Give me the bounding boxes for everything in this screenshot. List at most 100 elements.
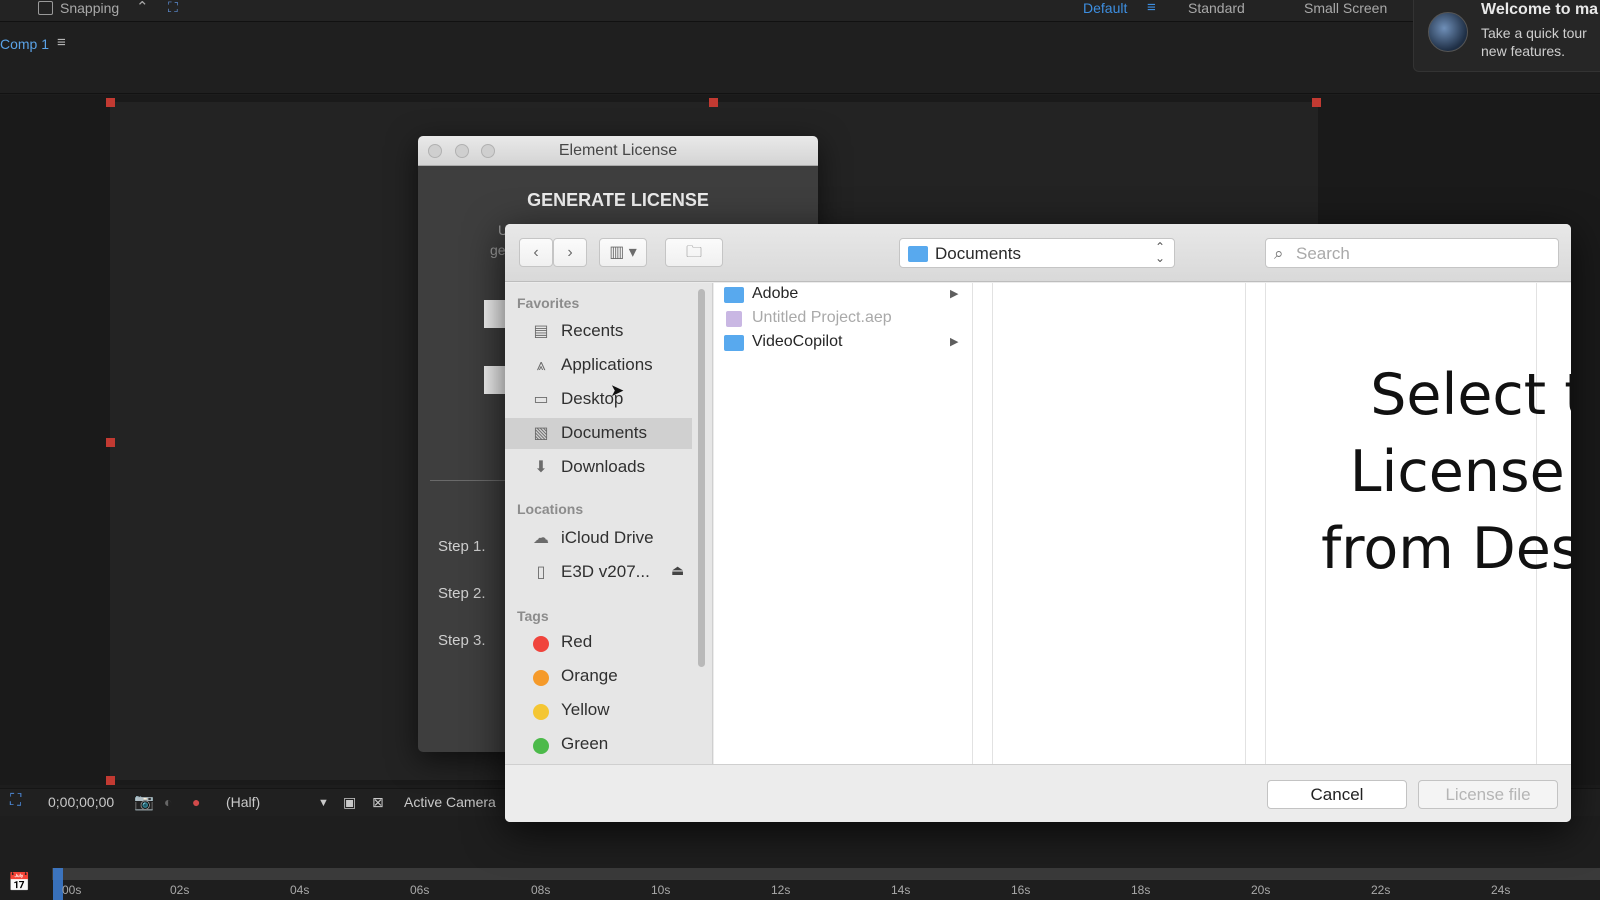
composition-panel-header: Comp 1 ≡ <box>0 22 1600 94</box>
sidebar-item-label: Red <box>561 632 593 651</box>
snap-target-icon[interactable]: ⛶ <box>168 0 178 16</box>
new-folder-button[interactable]: 🗀 <box>665 238 723 267</box>
show-snapshot-icon[interactable]: ◐ <box>164 794 172 810</box>
welcome-body-line-2: new features. <box>1481 43 1566 59</box>
handle-top-right[interactable] <box>1312 98 1321 107</box>
license-file-button[interactable]: License file <box>1418 780 1558 809</box>
downloads-icon: ⬇ <box>534 459 548 476</box>
sidebar-item-downloads[interactable]: ⬇ Downloads <box>505 452 692 483</box>
top-toolbar: Snapping ⌃ ⛶ Default ≡ Standard Small Sc… <box>0 0 1600 22</box>
folder-icon <box>724 287 744 303</box>
chevron-down-icon[interactable]: ▼ <box>318 797 329 809</box>
sidebar-item-label: Yellow <box>561 700 610 719</box>
sidebar-item-recents[interactable]: ▤ Recents <box>505 316 692 347</box>
resolution-select[interactable]: (Half) <box>226 794 260 810</box>
welcome-avatar <box>1428 12 1468 52</box>
sidebar-tag-yellow[interactable]: Yellow <box>505 695 692 726</box>
eject-icon[interactable]: ⏏ <box>671 562 684 579</box>
red-tag-icon <box>533 636 549 652</box>
dialog-footer: Cancel License file <box>505 764 1571 822</box>
tick-label: 16s <box>1011 883 1031 897</box>
tick-label: 04s <box>290 883 310 897</box>
search-icon: ⌕ <box>1274 244 1284 263</box>
file-row-adobe[interactable]: Adobe ▶ <box>714 283 964 307</box>
sidebar-scrollbar[interactable] <box>698 289 705 667</box>
sidebar-tag-green[interactable]: Green <box>505 729 692 760</box>
cloud-icon: ☁ <box>533 530 549 547</box>
file-row-videocopilot[interactable]: VideoCopilot ▶ <box>714 331 964 355</box>
yellow-tag-icon <box>533 704 549 720</box>
handle-top-center[interactable] <box>709 98 718 107</box>
handle-top-left[interactable] <box>106 98 115 107</box>
column-divider[interactable] <box>992 283 993 764</box>
license-titlebar[interactable]: Element License <box>418 136 818 166</box>
favorites-header: Favorites <box>517 295 580 311</box>
sidebar-item-documents[interactable]: ▧ Documents <box>505 418 692 449</box>
desktop-icon: ▭ <box>533 391 549 408</box>
fast-preview-icon[interactable]: ▣ <box>343 794 356 811</box>
search-box[interactable]: ⌕ <box>1265 238 1559 268</box>
chevron-right-icon: ▶ <box>950 336 959 348</box>
forward-button[interactable]: › <box>553 238 587 267</box>
location-label: Documents <box>935 244 1021 263</box>
file-browser-columns: Adobe ▶ Untitled Project.aep VideoCopilo… <box>714 283 1571 764</box>
column-divider[interactable] <box>1245 283 1246 764</box>
workspace-default[interactable]: Default <box>1083 0 1127 16</box>
sidebar-item-label: Downloads <box>561 457 646 476</box>
overlay-line-3: from Desktop <box>1321 516 1571 582</box>
welcome-notification[interactable]: Welcome to ma Take a quick tour new feat… <box>1413 0 1600 72</box>
timeline-panel: 📅 <box>0 816 1600 900</box>
color-channels-icon[interactable]: ● <box>192 794 200 810</box>
aep-file-icon <box>726 311 742 327</box>
region-of-interest-icon[interactable]: ⛶ <box>10 792 21 810</box>
step-3-label: Step 3. <box>438 632 486 649</box>
file-name: VideoCopilot <box>752 333 843 350</box>
sidebar-item-e3d-disk[interactable]: ▯ E3D v207... ⏏ <box>505 557 692 588</box>
tab-comp-1[interactable]: Comp 1 <box>0 36 49 52</box>
tick-label: 14s <box>891 883 911 897</box>
mouse-cursor-icon: ➤ <box>610 381 625 400</box>
workspace-small-screen[interactable]: Small Screen <box>1304 0 1387 16</box>
handle-bottom-left[interactable] <box>106 776 115 785</box>
sidebar-item-desktop[interactable]: ▭ Desktop <box>505 384 692 415</box>
snapping-label: Snapping <box>60 0 120 16</box>
workspace-standard[interactable]: Standard <box>1188 0 1245 16</box>
file-row-untitled-project[interactable]: Untitled Project.aep <box>714 307 964 331</box>
cancel-button[interactable]: Cancel <box>1267 780 1407 809</box>
tick-label: 08s <box>531 883 551 897</box>
column-divider[interactable] <box>1265 283 1266 764</box>
sidebar-item-label: Green <box>561 734 609 753</box>
calendar-icon[interactable]: 📅 <box>8 872 30 893</box>
sidebar-tag-orange[interactable]: Orange <box>505 661 692 692</box>
tags-header: Tags <box>517 608 549 624</box>
sidebar-tag-red[interactable]: Red <box>505 627 692 658</box>
timecode[interactable]: 0;00;00;00 <box>48 794 114 810</box>
hamburger-icon[interactable]: ≡ <box>57 34 66 51</box>
back-button[interactable]: ‹ <box>519 238 553 267</box>
active-camera-select[interactable]: Active Camera <box>404 794 496 810</box>
snap-tool-icon[interactable]: ⌃ <box>136 0 149 16</box>
tick-label: 18s <box>1131 883 1151 897</box>
transparency-grid-icon[interactable]: ⊠ <box>372 794 384 811</box>
search-input[interactable] <box>1296 243 1546 264</box>
view-options-button[interactable]: ▥ ▾ <box>599 238 647 267</box>
snapping-checkbox[interactable] <box>38 1 53 15</box>
tutorial-overlay-caption: Select the License File from Desktop <box>1314 357 1571 588</box>
location-popup[interactable]: Documents ⌃ ⌄ <box>899 238 1175 268</box>
welcome-body-line-1: Take a quick tour <box>1481 25 1587 41</box>
workspace-menu-icon[interactable]: ≡ <box>1147 0 1156 16</box>
sidebar-item-label: Documents <box>561 423 647 442</box>
tick-label: 22s <box>1371 883 1391 897</box>
license-window-title: Element License <box>558 142 678 159</box>
snapshot-camera-icon[interactable]: 📷 <box>134 792 154 812</box>
time-ruler[interactable] <box>52 868 1600 880</box>
sidebar-item-applications[interactable]: ⩓ Applications <box>505 350 692 381</box>
sidebar-item-icloud-drive[interactable]: ☁ iCloud Drive <box>505 523 692 554</box>
tick-label: 12s <box>771 883 791 897</box>
documents-icon: ▧ <box>533 425 549 442</box>
green-tag-icon <box>533 738 549 754</box>
tick-label: 06s <box>410 883 430 897</box>
column-divider[interactable] <box>972 283 973 764</box>
handle-middle-left[interactable] <box>106 438 115 447</box>
sidebar-item-label: Applications <box>561 355 653 374</box>
